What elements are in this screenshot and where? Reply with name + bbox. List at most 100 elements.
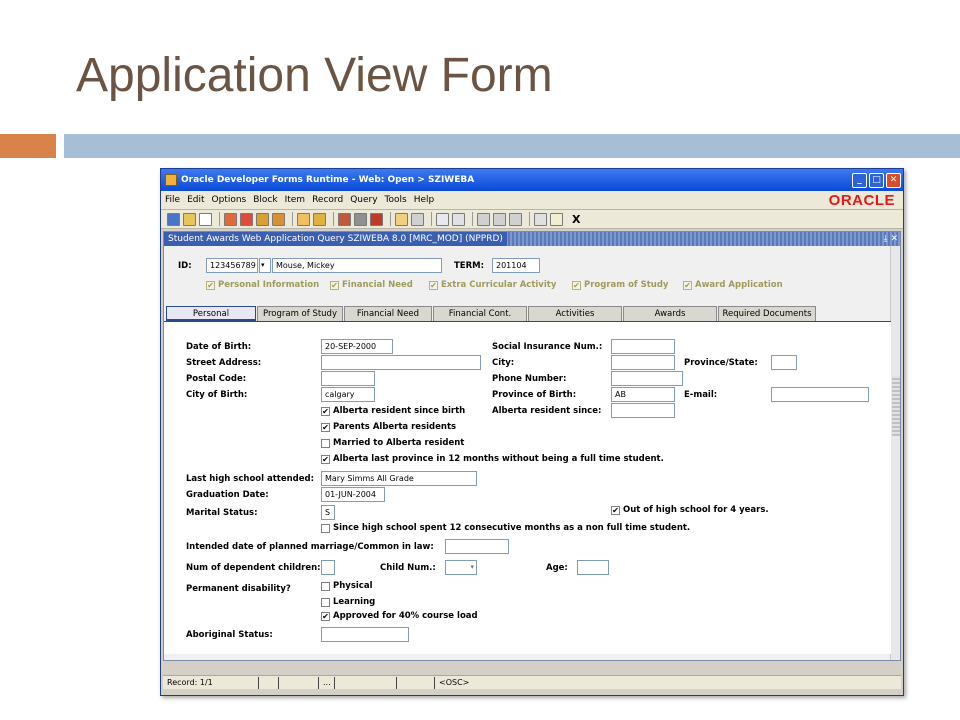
id-field[interactable]: 123456789 — [206, 258, 258, 273]
record-indicator: Record: 1/1 — [163, 676, 259, 689]
close-button[interactable]: ✕ — [886, 172, 901, 188]
id-dropdown-icon[interactable]: ▾ — [259, 258, 271, 273]
ab-since-field[interactable] — [611, 403, 675, 418]
remove-icon[interactable] — [370, 212, 383, 226]
tab-program-of-study[interactable]: Program of Study — [257, 306, 343, 321]
phone-field[interactable] — [611, 371, 683, 386]
printer-icon[interactable] — [411, 212, 424, 226]
city-birth-label: City of Birth: — [186, 390, 248, 400]
scrollbar-thumb[interactable] — [892, 376, 900, 436]
print-doc-icon[interactable] — [199, 212, 212, 226]
prov-state-field[interactable] — [771, 355, 797, 370]
nav-program-of-study[interactable]: ✔ Program of Study — [572, 280, 668, 290]
menu-file[interactable]: File — [165, 195, 180, 205]
ab-since-label: Alberta resident since: — [492, 406, 602, 416]
chk-married-ab-resident[interactable]: Married to Alberta resident — [321, 438, 464, 448]
next-record-icon[interactable] — [493, 212, 506, 226]
chk-parents-ab-residents[interactable]: ✔ Parents Alberta residents — [321, 422, 456, 432]
checkbox-icon — [321, 438, 330, 448]
city-birth-field[interactable]: calgary — [321, 387, 375, 402]
id-label: ID: — [178, 261, 192, 271]
menu-query[interactable]: Query — [350, 195, 377, 205]
execute-query-icon[interactable] — [313, 212, 326, 226]
form-minimize-icon[interactable]: ⤓ — [883, 234, 887, 244]
minimize-button[interactable]: _ — [852, 172, 867, 188]
prev-record-icon[interactable] — [477, 212, 490, 226]
lightbulb-icon[interactable] — [550, 212, 563, 226]
tab-required-documents[interactable]: Required Documents — [718, 306, 816, 321]
prev-block-icon[interactable] — [256, 212, 269, 226]
phone-label: Phone Number: — [492, 374, 567, 384]
child-num-dropdown[interactable]: ▾ — [445, 560, 477, 575]
folder-icon[interactable] — [395, 212, 408, 226]
nav-extra-curricular[interactable]: ✔ Extra Curricular Activity — [429, 280, 556, 290]
nav-personal-information[interactable]: ✔ Personal Information — [206, 280, 319, 290]
postal-field[interactable] — [321, 371, 375, 386]
checkbox-icon: ✔ — [321, 454, 330, 464]
sin-field[interactable] — [611, 339, 675, 354]
enter-query-icon[interactable] — [297, 212, 310, 226]
chk-ab-last-province[interactable]: ✔ Alberta last province in 12 months with… — [321, 454, 664, 464]
zoom-icon[interactable] — [452, 212, 465, 226]
aboriginal-field[interactable] — [321, 627, 409, 642]
tab-financial-need[interactable]: Financial Need — [344, 306, 432, 321]
disability-label: Permanent disability? — [186, 584, 291, 594]
street-label: Street Address: — [186, 358, 262, 368]
name-field[interactable]: Mouse, Mickey — [272, 258, 442, 273]
tab-strip: Personal Program of Study Financial Need… — [166, 306, 817, 321]
checkbox-icon — [321, 581, 330, 591]
street-field[interactable] — [321, 355, 481, 370]
chk-ab-resident-since-birth[interactable]: ✔ Alberta resident since birth — [321, 406, 465, 416]
chk-physical[interactable]: Physical — [321, 581, 372, 591]
email-field[interactable] — [771, 387, 869, 402]
delete-record-icon[interactable] — [240, 212, 253, 226]
form-close-icon[interactable]: ✕ — [890, 234, 898, 244]
next-block-icon[interactable] — [272, 212, 285, 226]
menu-edit[interactable]: Edit — [187, 195, 204, 205]
age-field[interactable] — [577, 560, 609, 575]
tab-awards[interactable]: Awards — [623, 306, 717, 321]
hs-field[interactable]: Mary Simms All Grade — [321, 471, 477, 486]
edit-icon[interactable] — [354, 212, 367, 226]
menu-block[interactable]: Block — [253, 195, 277, 205]
toolbar: X — [161, 209, 903, 229]
nav-financial-need[interactable]: ✔ Financial Need — [330, 280, 413, 290]
chk-learning[interactable]: Learning — [321, 597, 375, 607]
grad-field[interactable]: 01-JUN-2004 — [321, 487, 385, 502]
menu-help[interactable]: Help — [414, 195, 435, 205]
nav-award-application[interactable]: ✔ Award Application — [683, 280, 783, 290]
menu-record[interactable]: Record — [312, 195, 343, 205]
maximize-button[interactable]: □ — [869, 172, 884, 188]
chk-out-of-hs-4-years[interactable]: ✔ Out of high school for 4 years. — [611, 505, 769, 515]
chk-since-hs-12-months[interactable]: Since high school spent 12 consecutive m… — [321, 523, 690, 533]
marriage-field[interactable] — [445, 539, 509, 554]
menu-tools[interactable]: Tools — [385, 195, 407, 205]
marital-field[interactable]: S — [321, 505, 335, 520]
chk-approved-40-course-load[interactable]: ✔ Approved for 40% course load — [321, 611, 478, 621]
rollback-icon[interactable] — [183, 212, 196, 226]
exit-icon[interactable]: X — [572, 213, 580, 226]
city-field[interactable] — [611, 355, 675, 370]
help-icon[interactable] — [534, 212, 547, 226]
tab-financial-cont[interactable]: Financial Cont. — [433, 306, 527, 321]
oracle-forms-window: Oracle Developer Forms Runtime - Web: Op… — [160, 168, 904, 696]
term-field[interactable]: 201104 — [492, 258, 540, 273]
save-icon[interactable] — [167, 212, 180, 226]
tab-personal[interactable]: Personal — [166, 306, 256, 321]
list-icon[interactable] — [338, 212, 351, 226]
menubar: File Edit Options Block Item Record Quer… — [161, 191, 903, 209]
prov-birth-field[interactable]: AB — [611, 387, 675, 402]
tab-activities[interactable]: Activities — [528, 306, 622, 321]
sin-label: Social Insurance Num.: — [492, 342, 603, 352]
menu-options[interactable]: Options — [212, 195, 247, 205]
dob-field[interactable]: 20-SEP-2000 — [321, 339, 393, 354]
insert-record-icon[interactable] — [224, 212, 237, 226]
vertical-scrollbar[interactable] — [890, 246, 900, 660]
status-cell — [259, 676, 279, 689]
options-icon[interactable] — [509, 212, 522, 226]
search-icon[interactable] — [436, 212, 449, 226]
prov-state-label: Province/State: — [684, 358, 758, 368]
checkbox-icon: ✔ — [206, 280, 215, 290]
menu-item[interactable]: Item — [285, 195, 306, 205]
dependents-field[interactable] — [321, 560, 335, 575]
